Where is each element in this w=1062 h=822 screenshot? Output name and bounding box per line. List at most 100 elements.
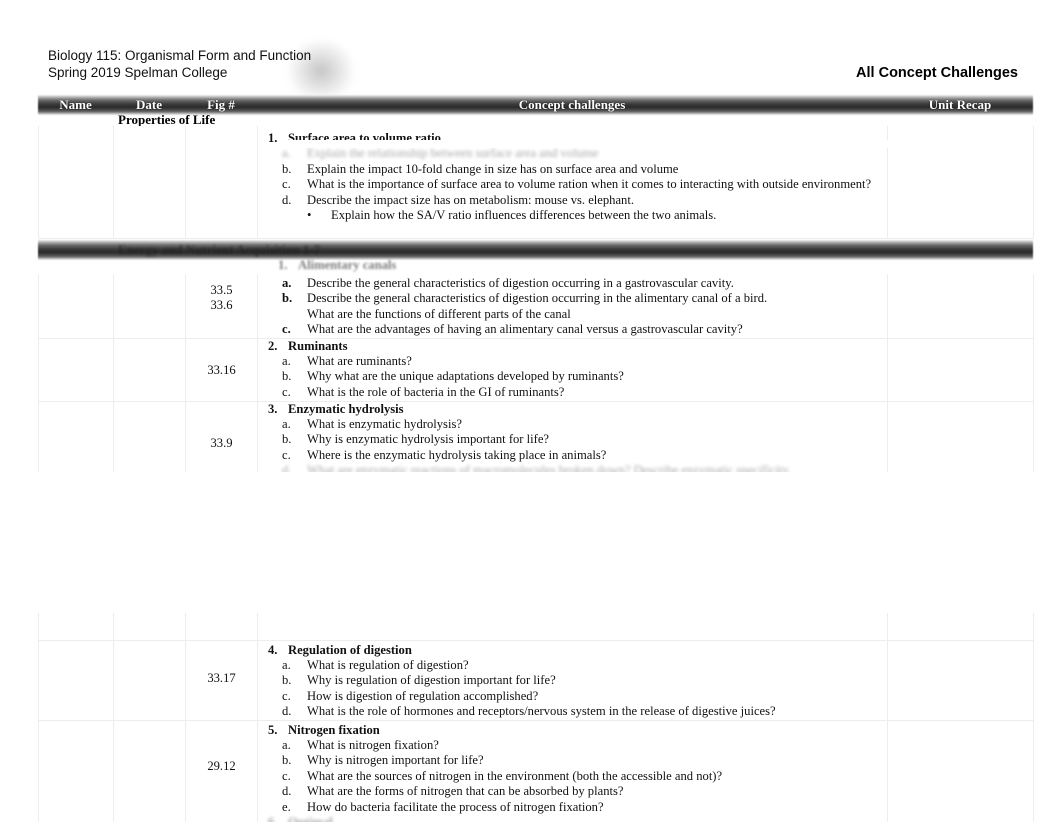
subitem-text: What is the role of bacteria in the GI o… [307, 384, 565, 399]
cell-concept-challenges: 3. Enzymatic hydrolysis a. What is enzym… [257, 401, 888, 480]
cell-name[interactable] [38, 401, 114, 480]
cell-fig[interactable]: 33.17 [185, 640, 258, 721]
subitem-letter: e. [282, 799, 291, 814]
subitem-row: c. What are the advantages of having an … [258, 322, 887, 337]
cell-fig[interactable]: 33.5 33.6 [185, 274, 258, 339]
cell-fig[interactable]: 33.9 [185, 401, 258, 480]
column-header-name: Name [59, 97, 92, 112]
subitem-row: a. What is enzymatic hydrolysis? [258, 417, 887, 432]
table-row [38, 613, 1034, 641]
subitem-row: c. What is the role of bacteria in the G… [258, 385, 887, 400]
subitem-letter: c. [282, 177, 291, 192]
subitem-text: What is regulation of digestion? [307, 657, 469, 672]
cell-date[interactable] [113, 338, 186, 402]
subitem-letter: b. [282, 291, 293, 306]
subitem-row: b. Why what are the unique adaptations d… [258, 369, 887, 384]
cell-name[interactable] [38, 338, 114, 402]
concept-item-heading-clipped: 1. Alimentary canals [38, 258, 1033, 273]
subitem-letter: a. [282, 417, 291, 432]
column-header-date: Date [136, 97, 162, 112]
cell-concept-challenges: a. Describe the general characteristics … [257, 274, 888, 339]
cell-name[interactable] [38, 613, 114, 641]
cell-unit-recap[interactable] [887, 613, 1034, 641]
fig-number: 33.5 [210, 283, 233, 297]
item-number: 6. [268, 814, 278, 822]
fig-number: 33.17 [207, 670, 236, 685]
subitem-row: d. What is the role of hormones and rece… [258, 704, 887, 719]
course-line: Biology 115: Organismal Form and Functio… [48, 48, 312, 63]
subitem-letter: a. [282, 657, 291, 672]
subitem-letter: a. [282, 354, 291, 369]
subitem-text: What is the role of hormones and recepto… [307, 704, 776, 719]
section-title-row-properties-of-life: Properties of Life [38, 112, 1033, 127]
fig-number: 33.9 [210, 435, 233, 450]
subitem-letter: d. [282, 192, 292, 207]
fig-number: 33.16 [207, 362, 236, 377]
cell-date[interactable] [113, 274, 186, 339]
subitem-letter: c. [282, 447, 291, 462]
cell-date[interactable] [113, 401, 186, 480]
table-row: 33.16 2. Ruminants a. What are ruminants… [38, 338, 1034, 402]
cell-name[interactable] [38, 720, 114, 822]
subitem-letter: c. [282, 768, 291, 783]
cell-fig[interactable] [185, 126, 258, 239]
subitem-text: Why is nitrogen important for life? [307, 753, 484, 768]
table-row: 33.17 4. Regulation of digestion a. What… [38, 640, 1034, 721]
subitem-letter [282, 307, 307, 322]
subitem-text: Where is the enzymatic hydrolysis taking… [307, 447, 607, 462]
concept-item-heading: 3. Enzymatic hydrolysis [258, 402, 887, 417]
subitem-text: Why what are the unique adaptations deve… [307, 369, 624, 384]
term-line: Spring 2019 Spelman College [48, 65, 228, 81]
subitem-row: a. What is regulation of digestion? [258, 658, 887, 673]
document-page: Biology 115: Organismal Form and Functio… [0, 0, 1062, 822]
cell-unit-recap[interactable] [887, 274, 1034, 339]
item-number: 1. [278, 258, 288, 272]
subitem-letter: a. [282, 276, 292, 290]
cell-date[interactable] [113, 640, 186, 721]
item-title: Optimal [288, 814, 333, 822]
table-row: 33.9 3. Enzymatic hydrolysis a. What is … [38, 401, 1034, 480]
subitem-letter: b. [282, 432, 292, 447]
cell-unit-recap[interactable] [887, 720, 1034, 822]
subitem-row: c. Where is the enzymatic hydrolysis tak… [258, 448, 887, 463]
subitem-letter: a. [282, 737, 291, 752]
table-body-energy-nutrient-lower: 33.17 4. Regulation of digestion a. What… [38, 613, 1034, 822]
subitem-text: Describe the general characteristics of … [307, 276, 734, 290]
cell-name[interactable] [38, 126, 114, 239]
cell-unit-recap[interactable] [887, 401, 1034, 480]
cell-concept-challenges: 2. Ruminants a. What are ruminants? b. W… [257, 338, 888, 402]
column-header-unit-recap: Unit Recap [928, 97, 992, 112]
table-row: 33.5 33.6 a. Describe the general charac… [38, 274, 1034, 339]
document-header: Biology 115: Organismal Form and Functio… [48, 47, 1018, 82]
cell-name[interactable] [38, 640, 114, 721]
cell-name[interactable] [38, 274, 114, 339]
subitem-row: b. Why is regulation of digestion import… [258, 673, 887, 688]
item-title: Alimentary canals [298, 258, 397, 272]
subitem-text: Explain the impact 10-fold change in siz… [307, 161, 679, 176]
cell-fig[interactable] [185, 613, 258, 641]
subitem-row: b. Why is enzymatic hydrolysis important… [258, 432, 887, 447]
cell-unit-recap[interactable] [887, 640, 1034, 721]
table-row: 29.12 5. Nitrogen fixation a. What is ni… [38, 720, 1034, 822]
subitem-row: b. Why is nitrogen important for life? [258, 753, 887, 768]
subitem-letter: c. [282, 688, 291, 703]
cell-unit-recap[interactable] [887, 338, 1034, 402]
cell-fig[interactable]: 29.12 [185, 720, 258, 822]
subitem-letter: d. [282, 784, 292, 799]
subitem-letter: b. [282, 753, 292, 768]
item-title: Enzymatic hydrolysis [288, 401, 404, 416]
subitem-row: a. What is nitrogen fixation? [258, 738, 887, 753]
concept-item-heading: 4. Regulation of digestion [258, 643, 887, 658]
section-title-row-energy-nutrient: Energy and Nutrient Acquisition 1-7 [38, 240, 1033, 260]
scroll-clip-mask-top [278, 140, 978, 148]
subitem-row: c. What are the sources of nitrogen in t… [258, 769, 887, 784]
subitem-letter: c. [282, 322, 291, 337]
bullet-text: Explain how the SA/V ratio influences di… [331, 208, 717, 223]
cell-date[interactable] [113, 720, 186, 822]
cell-fig[interactable]: 33.16 [185, 338, 258, 402]
bullet-icon: • [307, 208, 312, 223]
fig-number: 29.12 [207, 758, 236, 773]
item-number: 4. [268, 642, 278, 657]
cell-date[interactable] [113, 613, 186, 641]
cell-date[interactable] [113, 126, 186, 239]
